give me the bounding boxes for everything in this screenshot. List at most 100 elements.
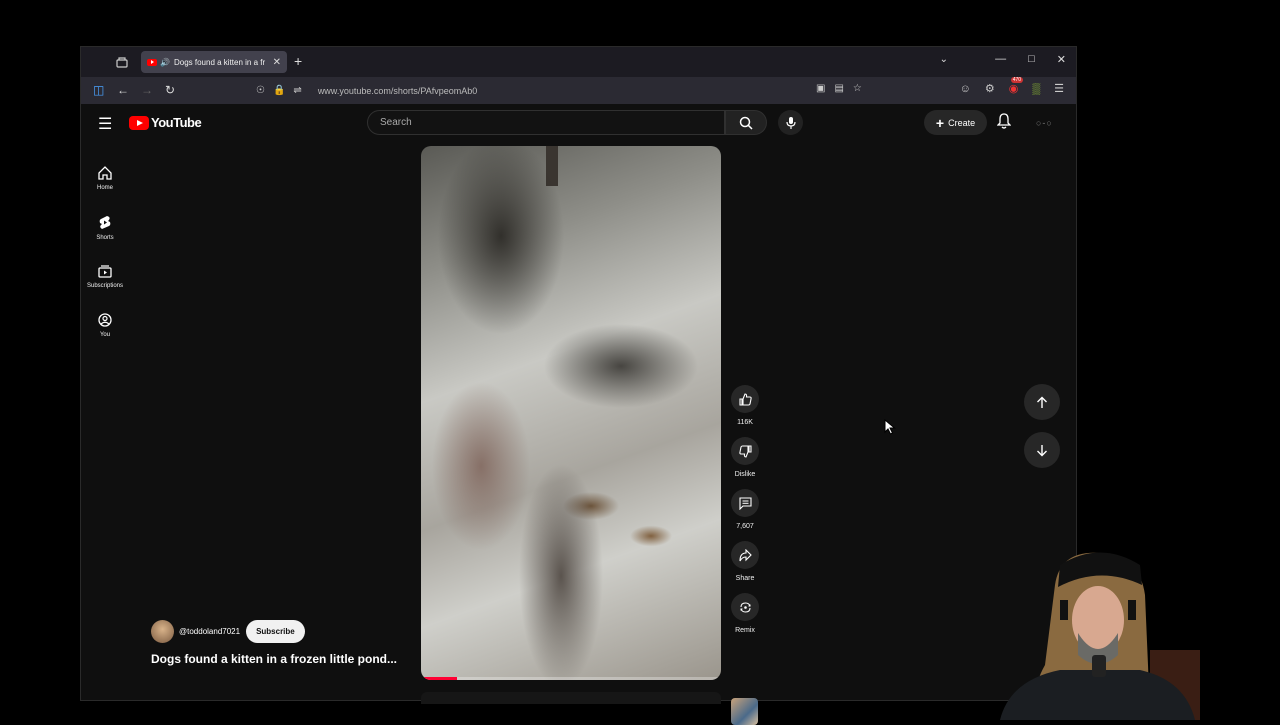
tab-overview-icon[interactable]	[108, 51, 136, 73]
reader-view-icon[interactable]: ▤	[834, 83, 843, 94]
subscribe-button[interactable]: Subscribe	[246, 620, 305, 643]
video-progress-bar[interactable]	[421, 677, 721, 680]
video-title[interactable]: Dogs found a kitten in a frozen little p…	[151, 652, 397, 666]
sidebar-toggle-icon[interactable]: ◫	[93, 83, 104, 97]
extension-button[interactable]: ◉ 470	[1009, 77, 1024, 95]
reload-button[interactable]: ↻	[165, 83, 175, 97]
sidebar-item-label: Home	[96, 185, 113, 191]
shorts-actions: 116K Dislike 7,607 Share Remix	[730, 385, 760, 645]
close-tab-icon[interactable]: ✕	[273, 57, 281, 68]
mouse-cursor-icon	[884, 418, 896, 440]
dislike-label: Dislike	[734, 471, 756, 478]
menu-icon[interactable]: ☰	[1054, 82, 1064, 95]
address-bar[interactable]: ☉ 🔒 ⇌ www.youtube.com/shorts/PAfvpeomAb0	[256, 80, 876, 101]
sidebar-item-you[interactable]: You	[81, 301, 129, 350]
sidebar-item-label: Subscriptions	[86, 283, 124, 289]
previous-short-button[interactable]	[1024, 384, 1060, 420]
list-all-tabs-icon[interactable]: ⌄	[940, 54, 948, 65]
video-progress-fill	[421, 677, 457, 680]
create-button[interactable]: + Create	[924, 110, 987, 135]
comments-action: 7,607	[730, 489, 760, 530]
dislike-action: Dislike	[730, 437, 760, 478]
sound-thumbnail[interactable]	[731, 698, 758, 725]
new-tab-button[interactable]: +	[294, 53, 302, 69]
channel-info: @toddoland7021 Subscribe	[151, 620, 305, 643]
logo-text: YouTube	[151, 115, 202, 130]
channel-avatar[interactable]	[151, 620, 174, 643]
extension-badge: 470	[1010, 77, 1024, 83]
maximize-icon[interactable]: □	[1028, 53, 1035, 66]
like-action: 116K	[730, 385, 760, 426]
comment-count: 7,607	[736, 523, 754, 530]
back-button[interactable]: ←	[117, 83, 129, 97]
speaker-icon[interactable]: 🔊	[160, 58, 170, 67]
tab-bar: 🔊 Dogs found a kitten in a fr ✕ + ⌄ — □ …	[81, 47, 1076, 77]
search-icon	[739, 116, 753, 130]
remix-action: Remix	[730, 593, 760, 634]
remix-button[interactable]	[731, 593, 759, 621]
webcam-overlay	[1000, 545, 1200, 720]
next-short-preview[interactable]	[421, 692, 721, 704]
browser-tab[interactable]: 🔊 Dogs found a kitten in a fr ✕	[141, 51, 287, 73]
video-frame	[421, 146, 721, 680]
sidebar: Home Shorts Subscriptions You	[81, 154, 129, 350]
translate-icon[interactable]: ▣	[816, 83, 825, 94]
lock-icon[interactable]: 🔒	[273, 85, 285, 96]
minimize-icon[interactable]: —	[995, 53, 1006, 66]
search-input[interactable]: Search	[367, 110, 725, 135]
voice-search-button[interactable]	[778, 110, 803, 135]
search-placeholder: Search	[380, 117, 412, 128]
plus-icon: +	[935, 114, 945, 131]
sidebar-item-label: Shorts	[96, 234, 114, 241]
shorts-video-player[interactable]	[421, 146, 721, 680]
youtube-logo[interactable]: YouTube	[129, 115, 202, 130]
remix-icon	[739, 601, 751, 613]
arrow-up-icon	[1037, 396, 1047, 408]
notifications-bell-icon[interactable]	[996, 113, 1012, 134]
shield-icon[interactable]: ☉	[256, 85, 265, 96]
microphone-icon	[785, 116, 796, 129]
extensions-icon[interactable]: ⚙	[985, 82, 995, 95]
permissions-icon[interactable]: ⇌	[293, 85, 301, 96]
tab-title: Dogs found a kitten in a fr	[173, 57, 266, 67]
account-icon[interactable]: ☺	[960, 83, 971, 95]
account-avatar-loading-icon[interactable]: ○-○	[1036, 118, 1053, 128]
shorts-icon	[99, 215, 111, 229]
equalizer-icon[interactable]: ▒	[1032, 83, 1040, 95]
home-icon	[98, 166, 112, 180]
like-count: 116K	[737, 419, 753, 426]
navigation-bar: ◫ ← → ↻ ☉ 🔒 ⇌ www.youtube.com/shorts/PAf…	[81, 77, 1076, 104]
youtube-header: ☰ YouTube Search + Create ○-○	[81, 104, 1076, 144]
thumbs-up-icon	[738, 392, 752, 406]
comments-button[interactable]	[731, 489, 759, 517]
share-icon	[738, 548, 752, 561]
sidebar-item-home[interactable]: Home	[81, 154, 129, 203]
arrow-down-icon	[1037, 444, 1047, 456]
like-button[interactable]	[731, 385, 759, 413]
sidebar-item-shorts[interactable]: Shorts	[81, 203, 129, 252]
browser-window: 🔊 Dogs found a kitten in a fr ✕ + ⌄ — □ …	[80, 46, 1077, 725]
search-button[interactable]	[725, 110, 767, 135]
share-button[interactable]	[731, 541, 759, 569]
share-label: Share	[735, 575, 755, 582]
dislike-button[interactable]	[731, 437, 759, 465]
share-action: Share	[730, 541, 760, 582]
youtube-play-icon	[129, 115, 149, 130]
create-label: Create	[948, 117, 976, 128]
next-short-button[interactable]	[1024, 432, 1060, 468]
close-window-icon[interactable]: ✕	[1057, 53, 1066, 66]
you-icon	[98, 313, 112, 327]
thumbs-down-icon	[738, 444, 752, 458]
sidebar-item-subscriptions[interactable]: Subscriptions	[81, 252, 129, 301]
bookmark-star-icon[interactable]: ☆	[853, 83, 862, 94]
guide-menu-icon[interactable]: ☰	[98, 114, 112, 134]
youtube-page: ☰ YouTube Search + Create ○-○ Home Short…	[81, 104, 1076, 725]
channel-handle[interactable]: @toddoland7021	[179, 627, 240, 636]
comment-icon	[738, 496, 752, 510]
youtube-favicon-icon	[147, 58, 157, 66]
url-text: www.youtube.com/shorts/PAfvpeomAb0	[317, 85, 478, 96]
forward-button[interactable]: →	[141, 83, 153, 97]
remix-label: Remix	[735, 627, 755, 634]
sidebar-item-label: You	[99, 332, 111, 338]
subscriptions-icon	[98, 265, 112, 278]
